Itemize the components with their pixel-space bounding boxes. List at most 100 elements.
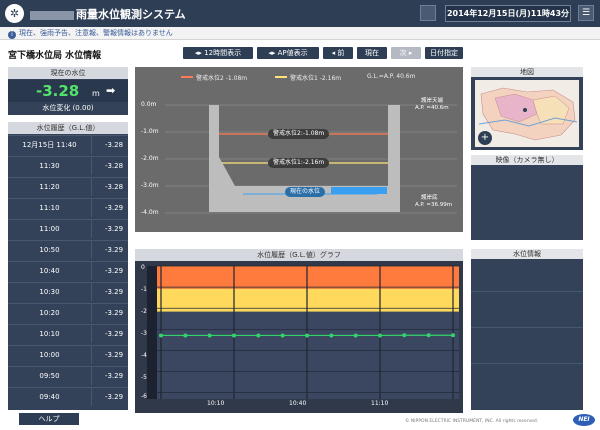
history-header: 水位履歴（G.L.値） (8, 122, 128, 134)
app-title: 雨量水位観測システム (30, 6, 186, 22)
row-time: 12月15日 11:40 (22, 141, 77, 149)
alert-info-bar: i 現在、強雨予告、注意報、警報情報はありません (0, 27, 600, 40)
table-row: 11:00 -3.29 (8, 219, 128, 238)
current-level-tag: 現在の水位 (285, 187, 326, 197)
water-level-graph: 水位履歴（G.L.値）グラフ 0 -1 -2 -3 -4 -5 -6 10:10… (135, 249, 463, 413)
water-info-header: 水位情報 (471, 249, 583, 259)
channel-drawing (165, 104, 457, 214)
twelve-hour-view-button[interactable]: ◂▸ 12時間表示 (183, 47, 253, 59)
row-value: -3.28 (91, 136, 136, 154)
history-table: 水位履歴（G.L.値） 12月15日 11:40 -3.28 11:30 -3.28 1… (8, 122, 128, 410)
current-level-panel: 現在の水位 -3.28 m ➡ 水位変化 (0.00) (8, 67, 128, 115)
row-value: -3.29 (91, 199, 136, 217)
table-row: 10:30 -3.29 (8, 282, 128, 301)
bank-bottom-label: 護岸底 (421, 195, 438, 201)
bank-bottom-ap: A.P. =36.99m (415, 202, 453, 208)
data-point (256, 333, 261, 338)
trend-arrow-icon: ➡ (106, 84, 116, 97)
river-cross-section: 警戒水位2 -1.08m 警戒水位1 -2.16m G.L.=A.P. 40.6… (135, 67, 463, 232)
current-level-display: -3.28 m ➡ (8, 80, 128, 102)
prev-button[interactable]: ◂ 前 (323, 47, 353, 59)
data-point (378, 333, 382, 338)
table-row: 10:40 -3.29 (8, 261, 128, 280)
row-value: -3.29 (91, 262, 136, 280)
menu-icon[interactable]: ☰ (578, 5, 594, 21)
row-time: 11:10 (39, 204, 60, 212)
app-logo-icon: ✲ (5, 4, 24, 23)
data-point (305, 333, 309, 338)
company-logo: NEI (573, 414, 595, 426)
current-level-unit: m (92, 89, 100, 98)
info-icon: i (8, 31, 16, 39)
water-info-panel: 水位情報 (471, 249, 583, 410)
row-value: -3.29 (91, 241, 136, 259)
row-time: 10:50 (39, 246, 60, 254)
help-button[interactable]: ヘルプ (19, 413, 79, 425)
map-header: 地図 (471, 67, 583, 77)
row-time: 10:10 (39, 330, 60, 338)
next-button[interactable]: 次 ▸ (391, 47, 421, 59)
graph-x-label: 10:10 (207, 400, 225, 407)
ap-value-button[interactable]: ◂▸ AP値表示 (257, 47, 319, 59)
row-value: -3.29 (91, 304, 136, 322)
data-point (426, 333, 431, 338)
threshold-band (157, 266, 459, 289)
data-point (353, 333, 358, 338)
data-point (280, 333, 285, 338)
data-point (232, 333, 236, 338)
data-point (402, 333, 407, 338)
table-row: 11:30 -3.28 (8, 156, 128, 175)
table-row: 09:50 -3.29 (8, 366, 128, 385)
table-row: 09:40 -3.29 (8, 387, 128, 406)
data-point (207, 333, 212, 338)
current-level-value: -3.28 (36, 82, 80, 100)
row-time: 09:50 (39, 372, 60, 380)
page-title: 宮下橋水位局 水位情報 (8, 51, 102, 61)
graph-x-label: 11:10 (371, 400, 389, 407)
row-time: 10:00 (39, 351, 60, 359)
data-point (451, 333, 455, 338)
map-zoom-icon[interactable]: + (478, 131, 492, 145)
row-time: 10:20 (39, 309, 60, 317)
table-row: 11:20 -3.28 (8, 177, 128, 196)
graph-x-label: 10:40 (289, 400, 307, 407)
data-point (329, 333, 334, 338)
row-time: 10:40 (39, 267, 60, 275)
table-row: 11:10 -3.29 (8, 198, 128, 217)
table-row: 10:00 -3.29 (8, 345, 128, 364)
level-change: 水位変化 (0.00) (42, 104, 94, 112)
row-time: 10:30 (39, 288, 60, 296)
row-value: -3.28 (91, 178, 136, 196)
current-datetime: 2014年12月15日(月)11時43分 (445, 5, 571, 22)
current-button[interactable]: 現在 (357, 47, 387, 59)
data-point (159, 333, 163, 338)
station-marker-icon (523, 108, 527, 112)
row-value: -3.28 (91, 157, 136, 175)
row-value: -3.29 (91, 283, 136, 301)
bookmark-icon[interactable] (420, 5, 436, 21)
row-value: -3.29 (91, 388, 136, 406)
row-value: -3.29 (91, 220, 136, 238)
row-value: -3.29 (91, 367, 136, 385)
date-select-button[interactable]: 日付指定 (425, 47, 463, 59)
bank-top-label: 護岸天端 (421, 98, 444, 104)
divider (471, 363, 583, 364)
row-time: 09:40 (39, 393, 60, 401)
row-time: 11:00 (39, 225, 60, 233)
table-row: 10:50 -3.29 (8, 240, 128, 259)
table-row: 10:20 -3.29 (8, 303, 128, 322)
row-time: 11:30 (39, 162, 60, 170)
warning1-tag: 警戒水位1:-2.16m (268, 158, 330, 168)
row-value: -3.29 (91, 346, 136, 364)
table-row: 10:10 -3.29 (8, 324, 128, 343)
current-level-header: 現在の水位 (8, 67, 128, 79)
bank-top-ap: A.P. =40.6m (415, 105, 449, 111)
row-value: -3.29 (91, 325, 136, 343)
redacted-name (30, 10, 74, 20)
row-time: 11:20 (39, 183, 60, 191)
app-header: ✲ 雨量水位観測システム 2014年12月15日(月)11時43分 ☰ (0, 0, 600, 27)
table-row: 12月15日 11:40 -3.28 (8, 135, 128, 154)
y-axis-strip (147, 266, 157, 399)
graph-plot (147, 265, 459, 399)
copyright: © NIPPON ELECTRIC INSTRUMENT, INC. All r… (405, 419, 539, 424)
